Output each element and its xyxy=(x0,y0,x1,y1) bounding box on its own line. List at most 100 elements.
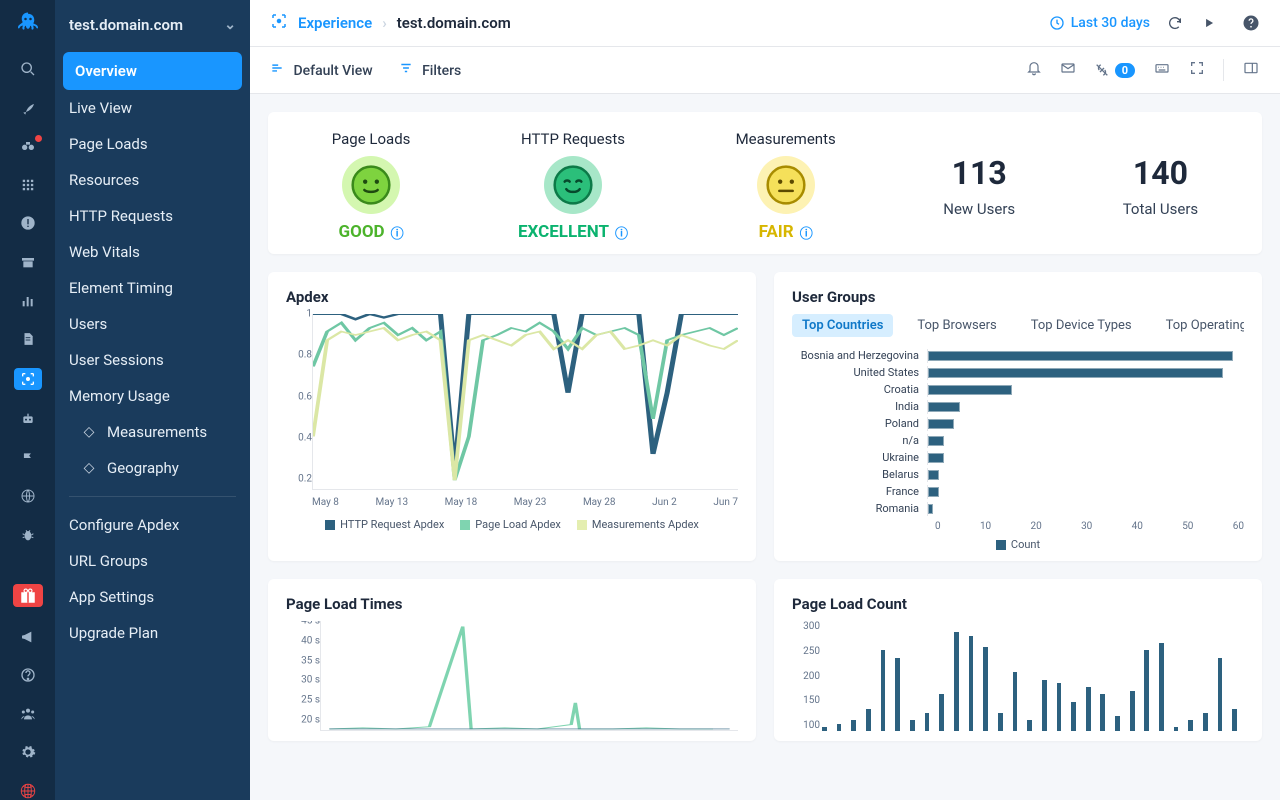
breadcrumb-section[interactable]: Experience xyxy=(298,14,372,32)
panel-toggle-icon[interactable] xyxy=(1242,60,1260,80)
bar-row: Croatia xyxy=(792,381,1244,398)
divider xyxy=(1223,59,1224,81)
chart-page-load-count[interactable]: 300250200150100 xyxy=(792,621,1244,731)
sidebar-item-app-settings[interactable]: App Settings xyxy=(55,579,250,615)
binoculars-icon[interactable] xyxy=(16,137,40,156)
info-icon[interactable]: ⓘ xyxy=(800,223,813,242)
sidebar-item-page-loads[interactable]: Page Loads xyxy=(55,126,250,162)
sidebar-item-url-groups[interactable]: URL Groups xyxy=(55,543,250,579)
card-apdex: Apdex 10.80.60.40.2 May 8May 13May 18May… xyxy=(268,272,756,561)
sidebar-item-configure-apdex[interactable]: Configure Apdex xyxy=(55,507,250,543)
status-page-loads: Page Loads GOOD ⓘ xyxy=(332,130,411,242)
sidebar-item-measurements[interactable]: ◇Measurements xyxy=(55,414,250,450)
sidebar-header[interactable]: test.domain.com ⌄ xyxy=(55,6,250,52)
chart-page-load-times[interactable]: 45 s40 s35 s30 s25 s20 s xyxy=(286,621,738,731)
fullscreen-icon[interactable] xyxy=(1189,60,1205,80)
chevron-right-icon: › xyxy=(382,14,387,32)
doc-icon[interactable] xyxy=(16,330,40,349)
card-page-load-count: Page Load Count 300250200150100 xyxy=(774,579,1262,741)
card-user-groups: User Groups Top CountriesTop BrowsersTop… xyxy=(774,272,1262,561)
gift-icon[interactable] xyxy=(13,584,43,607)
help-icon[interactable] xyxy=(16,666,40,685)
topbar: Experience › test.domain.com Last 30 day… xyxy=(250,0,1280,47)
metric-total-users: 140 Total Users xyxy=(1123,154,1198,218)
metric-new-users: 113 New Users xyxy=(943,154,1015,218)
diamond-icon: ◇ xyxy=(81,460,97,476)
search-icon[interactable] xyxy=(16,60,40,79)
archive-icon[interactable] xyxy=(16,253,40,272)
status-measurements: Measurements FAIR ⓘ xyxy=(736,130,836,242)
refresh-icon[interactable] xyxy=(1166,14,1184,32)
bar-row: India xyxy=(792,398,1244,415)
sidebar-item-http-requests[interactable]: HTTP Requests xyxy=(55,198,250,234)
tab-top-operating-systems[interactable]: Top Operating Systems xyxy=(1156,314,1244,337)
face-good-icon xyxy=(342,156,400,214)
breadcrumb: Experience › test.domain.com xyxy=(270,12,511,34)
sidebar-item-upgrade-plan[interactable]: Upgrade Plan xyxy=(55,615,250,651)
sidebar-item-resources[interactable]: Resources xyxy=(55,162,250,198)
chart-apdex[interactable]: 10.80.60.40.2 May 8May 13May 18May 23May… xyxy=(286,314,738,514)
target-icon[interactable] xyxy=(14,368,42,390)
sidebar: test.domain.com ⌄ OverviewLive ViewPage … xyxy=(55,0,250,800)
icon-rail xyxy=(0,0,55,800)
sidebar-title: test.domain.com xyxy=(69,16,183,34)
megaphone-icon[interactable] xyxy=(16,627,40,646)
sidebar-item-live-view[interactable]: Live View xyxy=(55,90,250,126)
tab-top-device-types[interactable]: Top Device Types xyxy=(1021,314,1142,337)
tab-top-countries[interactable]: Top Countries xyxy=(792,314,893,337)
alert-icon[interactable] xyxy=(16,214,40,233)
chart-icon[interactable] xyxy=(16,291,40,310)
globe-icon[interactable] xyxy=(16,487,40,506)
info-icon[interactable]: ⓘ xyxy=(391,223,404,242)
filter-icon xyxy=(399,63,416,79)
flag-icon[interactable] xyxy=(16,449,40,468)
breadcrumb-page: test.domain.com xyxy=(397,14,511,32)
bug-icon[interactable] xyxy=(16,526,40,545)
face-excellent-icon xyxy=(544,156,602,214)
sidebar-item-web-vitals[interactable]: Web Vitals xyxy=(55,234,250,270)
divider xyxy=(69,496,236,497)
main: Experience › test.domain.com Last 30 day… xyxy=(250,0,1280,800)
link-count[interactable]: 0 xyxy=(1094,62,1135,78)
bar-row: Romania xyxy=(792,500,1244,517)
chevron-down-icon: ⌄ xyxy=(224,17,236,33)
help-icon[interactable] xyxy=(1242,14,1260,32)
keyboard-icon[interactable] xyxy=(1153,60,1171,80)
chart-user-groups[interactable]: Bosnia and HerzegovinaUnited StatesCroat… xyxy=(792,347,1244,517)
tab-top-browsers[interactable]: Top Browsers xyxy=(907,314,1006,337)
time-range-picker[interactable]: Last 30 days xyxy=(1049,15,1150,31)
bar-row: Ukraine xyxy=(792,449,1244,466)
target-icon xyxy=(270,12,288,34)
bar-row: Belarus xyxy=(792,466,1244,483)
settings-icon[interactable] xyxy=(16,743,40,762)
bar-row: n/a xyxy=(792,432,1244,449)
tabs-user-groups: Top Countries Top Browsers Top Device Type… xyxy=(792,314,1244,337)
status-http: HTTP Requests EXCELLENT ⓘ xyxy=(518,130,628,242)
sidebar-item-users[interactable]: Users xyxy=(55,306,250,342)
play-icon[interactable] xyxy=(1200,14,1218,32)
sidebar-item-overview[interactable]: Overview xyxy=(63,52,242,90)
robot-icon[interactable] xyxy=(16,410,40,429)
toolbar: Default View Filters 0 xyxy=(250,47,1280,94)
logo-octopus[interactable] xyxy=(13,10,43,40)
apps-icon[interactable] xyxy=(16,176,40,195)
bar-row: Bosnia and Herzegovina xyxy=(792,347,1244,364)
team-icon[interactable] xyxy=(16,704,40,723)
world-icon[interactable] xyxy=(16,782,40,800)
bell-icon[interactable] xyxy=(1026,60,1042,80)
status-strip: Page Loads GOOD ⓘ HTTP Requests EXCELLEN… xyxy=(268,112,1262,254)
info-icon[interactable]: ⓘ xyxy=(615,223,628,242)
bar-row: Poland xyxy=(792,415,1244,432)
filters-button[interactable]: Filters xyxy=(399,61,462,79)
content: Page Loads GOOD ⓘ HTTP Requests EXCELLEN… xyxy=(250,94,1280,800)
mail-icon[interactable] xyxy=(1060,60,1076,80)
card-page-load-times: Page Load Times 45 s40 s35 s30 s25 s20 s xyxy=(268,579,756,741)
rocket-icon[interactable] xyxy=(16,99,40,118)
diamond-icon: ◇ xyxy=(81,424,97,440)
bar-row: United States xyxy=(792,364,1244,381)
default-view-button[interactable]: Default View xyxy=(270,61,373,79)
sidebar-item-memory-usage[interactable]: Memory Usage xyxy=(55,378,250,414)
sidebar-item-geography[interactable]: ◇Geography xyxy=(55,450,250,486)
sidebar-item-element-timing[interactable]: Element Timing xyxy=(55,270,250,306)
sidebar-item-user-sessions[interactable]: User Sessions xyxy=(55,342,250,378)
